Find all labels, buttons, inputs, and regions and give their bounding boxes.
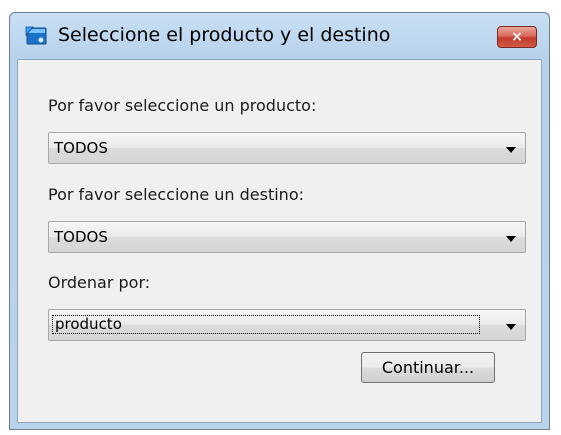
app-icon xyxy=(24,25,48,47)
chevron-down-icon xyxy=(506,324,516,330)
close-button[interactable]: × xyxy=(497,26,537,48)
sort-dropdown-value: producto xyxy=(52,315,480,334)
destination-dropdown-value: TODOS xyxy=(54,228,108,246)
chevron-down-icon xyxy=(506,236,516,242)
close-icon: × xyxy=(511,29,523,45)
title-bar[interactable]: Seleccione el producto y el destino × xyxy=(10,13,549,59)
sort-label: Ordenar por: xyxy=(48,273,151,292)
chevron-down-icon xyxy=(506,147,516,153)
product-label: Por favor seleccione un producto: xyxy=(48,96,317,115)
destination-label: Por favor seleccione un destino: xyxy=(48,185,304,204)
dialog-body: Por favor seleccione un producto: TODOS … xyxy=(17,59,542,423)
continue-button[interactable]: Continuar... xyxy=(361,352,495,383)
product-dropdown[interactable]: TODOS xyxy=(48,132,526,164)
dialog-window: Seleccione el producto y el destino × Po… xyxy=(9,12,550,430)
sort-dropdown[interactable]: producto xyxy=(48,309,526,341)
window-title: Seleccione el producto y el destino xyxy=(58,24,391,46)
product-dropdown-value: TODOS xyxy=(54,139,108,157)
destination-dropdown[interactable]: TODOS xyxy=(48,221,526,253)
